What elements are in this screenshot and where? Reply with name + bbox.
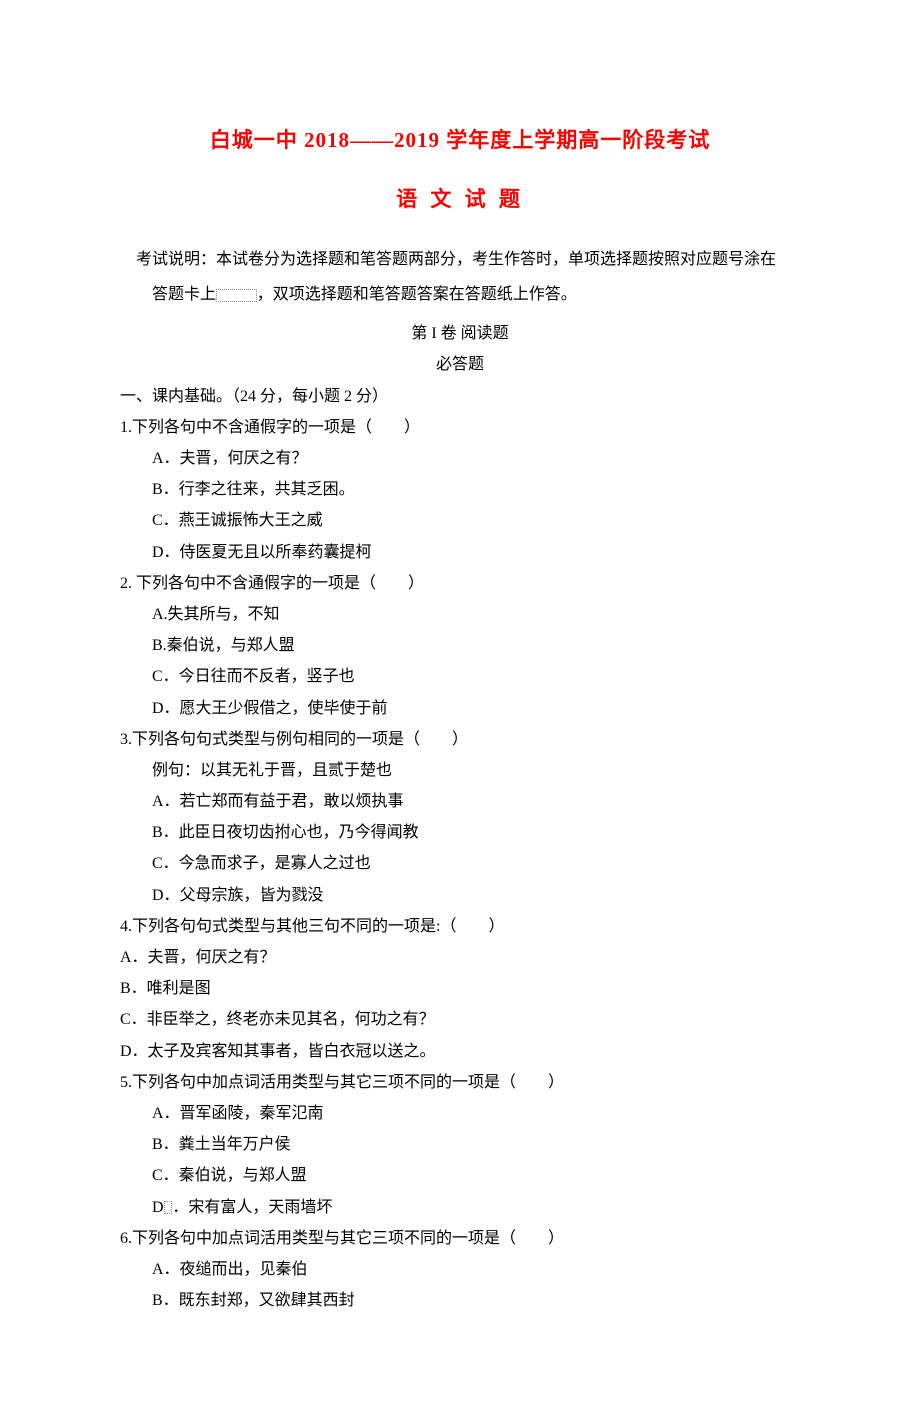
question-5: 5.下列各句中加点词活用类型与其它三项不同的一项是（ ） [120,1067,800,1098]
question-2-option-b: B.秦伯说，与郑人盟 [120,630,800,661]
must-answer-label: 必答题 [120,349,800,380]
question-2: 2. 下列各句中不含通假字的一项是（ ） [120,568,800,599]
question-5-option-a: A．晋军函陵，秦军氾南 [120,1098,800,1129]
section-1-heading: 一、课内基础。（24 分，每小题 2 分） [120,381,800,412]
question-3-option-d: D．父母宗族，皆为戮没 [120,880,800,911]
question-1-option-c: C．燕王诚振怖大王之威 [120,505,800,536]
question-6-option-a: A．夜缒而出，见秦伯 [120,1254,800,1285]
question-4-option-a: A．夫晋，何厌之有？ [120,942,800,973]
question-1-option-b: B．行李之往来，共其乏困。 [120,474,800,505]
question-2-option-c: C．今日往而不反者，竖子也 [120,661,800,692]
question-5-option-b: B．粪土当年万户侯 [120,1129,800,1160]
question-3-option-c: C．今急而求子，是寡人之过也 [120,848,800,879]
question-4-option-c: C．非臣举之，终老亦未见其名，何功之有？ [120,1004,800,1035]
question-6-option-b: B．既东封郑，又欲肆其西封 [120,1285,800,1316]
question-3-example: 例句：以其无礼于晋，且贰于楚也 [120,755,800,786]
question-5-option-c: C．秦伯说，与郑人盟 [120,1160,800,1191]
dotted-underline-icon [216,289,257,302]
instructions-line-2a: 答题卡上 [152,286,216,303]
question-5-option-d-a: D [152,1199,164,1216]
dotted-underline-icon [164,1201,173,1214]
question-1: 1.下列各句中不含通假字的一项是（ ） [120,412,800,443]
question-1-option-d: D．侍医夏无且以所奉药囊提柯 [120,537,800,568]
question-2-option-d: D．愿大王少假借之，使毕使于前 [120,693,800,724]
question-3-option-a: A．若亡郑而有益于君，敢以烦执事 [120,786,800,817]
question-3: 3.下列各句句式类型与例句相同的一项是（ ） [120,724,800,755]
question-1-option-a: A．夫晋，何厌之有？ [120,443,800,474]
exam-title: 白城一中 2018——2019 学年度上学期高一阶段考试 [120,120,800,161]
instructions-line-1: 考试说明：本试卷分为选择题和笔答题两部分，考生作答时，单项选择题按照对应题号涂在 [120,244,800,275]
question-5-option-d-b: ．宋有富人，天雨墙坏 [172,1199,332,1216]
question-3-option-b: B．此臣日夜切齿拊心也，乃今得闻教 [120,817,800,848]
instructions-line-2b: ，双项选择题和笔答题答案在答题纸上作答。 [257,286,577,303]
question-5-option-d: D ．宋有富人，天雨墙坏 [120,1192,800,1223]
question-2-option-a: A.失其所与，不知 [120,599,800,630]
volume-label: 第 I 卷 阅读题 [120,318,800,349]
question-4: 4.下列各句句式类型与其他三句不同的一项是:（ ） [120,911,800,942]
question-6: 6.下列各句中加点词活用类型与其它三项不同的一项是（ ） [120,1223,800,1254]
exam-subject: 语 文 试 题 [120,179,800,220]
instructions-line-2: 答题卡上 ，双项选择题和笔答题答案在答题纸上作答。 [120,279,800,310]
question-4-option-b: B．唯利是图 [120,973,800,1004]
question-4-option-d: D．太子及宾客知其事者，皆白衣冠以送之。 [120,1036,800,1067]
